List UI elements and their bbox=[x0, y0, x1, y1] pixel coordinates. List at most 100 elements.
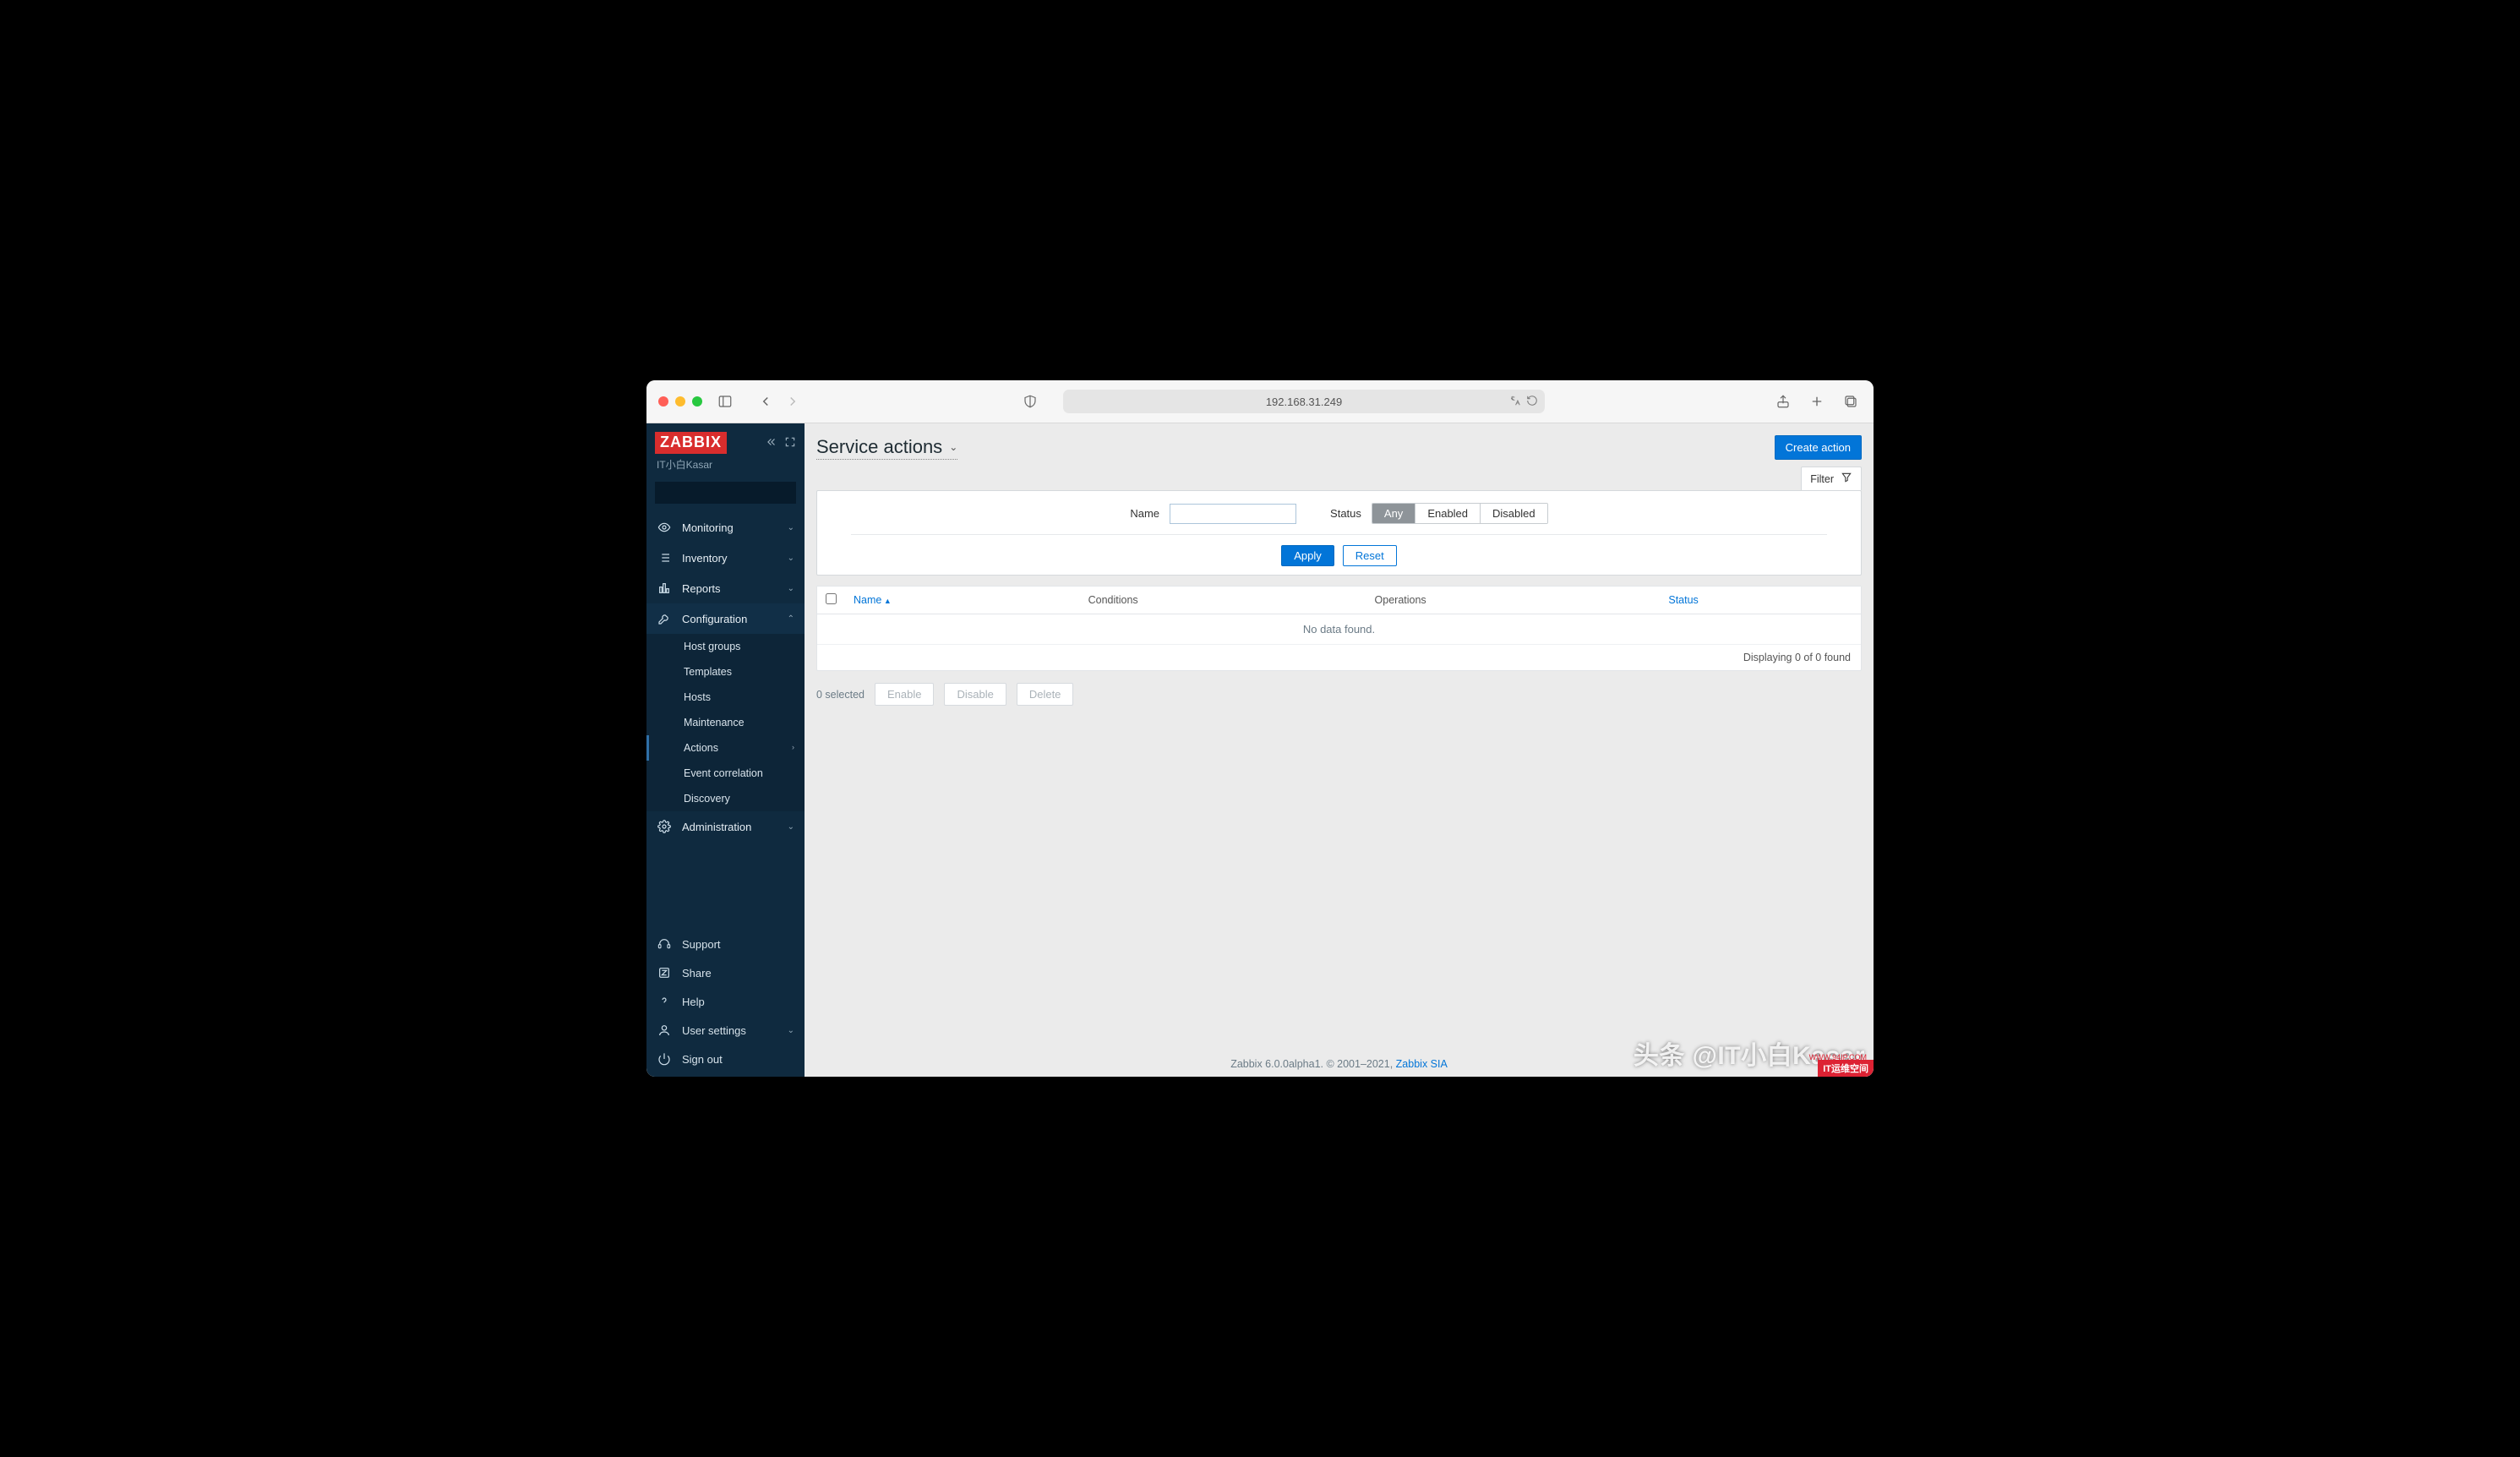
power-icon bbox=[657, 1052, 672, 1066]
translate-icon[interactable] bbox=[1509, 395, 1521, 409]
gear-icon bbox=[657, 820, 672, 833]
sidebar-item-discovery[interactable]: Discovery bbox=[646, 786, 805, 811]
watermark-badge: IT运维空间 bbox=[1818, 1060, 1874, 1077]
filter-name-field: Name bbox=[1130, 504, 1296, 524]
select-all-checkbox[interactable] bbox=[826, 593, 837, 604]
sidebar-user-label: IT小白Kasar bbox=[646, 457, 805, 477]
status-segmented: Any Enabled Disabled bbox=[1372, 503, 1548, 524]
subnav-configuration: Host groups Templates Hosts Maintenance … bbox=[646, 634, 805, 811]
filter-status-label: Status bbox=[1330, 507, 1361, 520]
chevron-up-icon: ⌃ bbox=[788, 614, 794, 624]
sidebar-item-sign-out[interactable]: Sign out bbox=[646, 1045, 805, 1073]
chevron-down-icon: ⌄ bbox=[949, 441, 957, 453]
chart-icon bbox=[657, 581, 672, 595]
nav-inventory[interactable]: Inventory ⌄ bbox=[646, 543, 805, 573]
bulk-disable-button[interactable]: Disable bbox=[944, 683, 1006, 706]
results-table: Name Conditions Operations Status No dat… bbox=[816, 586, 1862, 671]
sidebar-item-user-settings[interactable]: User settings ⌄ bbox=[646, 1016, 805, 1045]
apply-button[interactable]: Apply bbox=[1281, 545, 1334, 566]
sidebar-item-share[interactable]: Share bbox=[646, 958, 805, 987]
logo[interactable]: ZABBIX bbox=[655, 432, 727, 454]
wrench-icon bbox=[657, 612, 672, 625]
filter-status-field: Status Any Enabled Disabled bbox=[1330, 503, 1548, 524]
maximize-window-icon[interactable] bbox=[692, 396, 702, 407]
nav-reports[interactable]: Reports ⌄ bbox=[646, 573, 805, 603]
filter-tab-label: Filter bbox=[1810, 473, 1834, 485]
bulk-actions: 0 selected Enable Disable Delete bbox=[805, 671, 1874, 718]
collapse-sidebar-icon[interactable] bbox=[766, 436, 777, 450]
question-icon bbox=[657, 995, 672, 1008]
reset-button[interactable]: Reset bbox=[1343, 545, 1397, 566]
bulk-delete-button[interactable]: Delete bbox=[1017, 683, 1074, 706]
selected-count: 0 selected bbox=[816, 689, 865, 701]
create-action-button[interactable]: Create action bbox=[1775, 435, 1862, 460]
footer: Zabbix 6.0.0alpha1. © 2001–2021, Zabbix … bbox=[805, 1055, 1874, 1077]
reload-icon[interactable] bbox=[1526, 395, 1538, 409]
headset-icon bbox=[657, 937, 672, 951]
page-title: Service actions bbox=[816, 436, 942, 458]
titlebar: 192.168.31.249 bbox=[646, 380, 1874, 423]
window-controls bbox=[658, 396, 702, 407]
sidebar-bottom: Support Share Help User settings ⌄ bbox=[646, 930, 805, 1077]
sidebar-item-templates[interactable]: Templates bbox=[646, 659, 805, 685]
col-name[interactable]: Name bbox=[845, 587, 1080, 614]
sidebar: ZABBIX IT小白Kasar bbox=[646, 423, 805, 1077]
back-icon[interactable] bbox=[755, 392, 777, 411]
sidebar-item-actions[interactable]: Actions› bbox=[646, 735, 805, 761]
address-bar[interactable]: 192.168.31.249 bbox=[1063, 390, 1545, 413]
close-window-icon[interactable] bbox=[658, 396, 668, 407]
filter-tab-row: Filter bbox=[805, 467, 1874, 490]
privacy-shield-icon[interactable] bbox=[1019, 392, 1041, 411]
new-tab-icon[interactable] bbox=[1806, 392, 1828, 411]
chevron-right-icon: › bbox=[792, 743, 794, 751]
displaying-count: Displaying 0 of 0 found bbox=[817, 645, 1861, 670]
col-conditions: Conditions bbox=[1080, 587, 1366, 614]
fullscreen-icon[interactable] bbox=[784, 436, 796, 450]
app-body: ZABBIX IT小白Kasar bbox=[646, 423, 1874, 1077]
search-input[interactable] bbox=[663, 487, 811, 499]
filter-tab[interactable]: Filter bbox=[1801, 467, 1862, 490]
sidebar-item-support[interactable]: Support bbox=[646, 930, 805, 958]
page-title-dropdown[interactable]: Service actions ⌄ bbox=[816, 436, 957, 460]
sidebar-search[interactable] bbox=[655, 482, 796, 504]
chevron-down-icon: ⌄ bbox=[788, 584, 794, 593]
col-operations: Operations bbox=[1366, 587, 1661, 614]
chevron-down-icon: ⌄ bbox=[788, 822, 794, 832]
footer-link[interactable]: Zabbix SIA bbox=[1396, 1058, 1448, 1070]
sidebar-toggle-icon[interactable] bbox=[714, 392, 736, 411]
nav-administration[interactable]: Administration ⌄ bbox=[646, 811, 805, 842]
share-icon[interactable] bbox=[1772, 392, 1794, 411]
status-option-enabled[interactable]: Enabled bbox=[1415, 504, 1481, 523]
nav: Monitoring ⌄ Inventory ⌄ Reports ⌄ bbox=[646, 512, 805, 842]
col-status[interactable]: Status bbox=[1660, 587, 1861, 614]
browser-window: 192.168.31.249 bbox=[646, 380, 1874, 1077]
z-icon bbox=[657, 966, 672, 980]
filter-name-input[interactable] bbox=[1170, 504, 1296, 524]
nav-monitoring[interactable]: Monitoring ⌄ bbox=[646, 512, 805, 543]
page-header: Service actions ⌄ Create action bbox=[805, 423, 1874, 467]
forward-icon[interactable] bbox=[782, 392, 804, 411]
filter-panel: Name Status Any Enabled Disabled bbox=[816, 490, 1862, 576]
status-option-disabled[interactable]: Disabled bbox=[1481, 504, 1547, 523]
sidebar-item-host-groups[interactable]: Host groups bbox=[646, 634, 805, 659]
filter-icon bbox=[1841, 472, 1852, 486]
tabs-overview-icon[interactable] bbox=[1840, 392, 1862, 411]
empty-state: No data found. bbox=[817, 614, 1861, 645]
list-icon bbox=[657, 551, 672, 565]
sidebar-item-hosts[interactable]: Hosts bbox=[646, 685, 805, 710]
sidebar-item-event-correlation[interactable]: Event correlation bbox=[646, 761, 805, 786]
filter-name-label: Name bbox=[1130, 507, 1159, 520]
user-icon bbox=[657, 1023, 672, 1037]
chevron-down-icon: ⌄ bbox=[788, 1026, 794, 1035]
minimize-window-icon[interactable] bbox=[675, 396, 685, 407]
sidebar-item-help[interactable]: Help bbox=[646, 987, 805, 1016]
footer-text: Zabbix 6.0.0alpha1. © 2001–2021, bbox=[1230, 1058, 1395, 1070]
sidebar-item-maintenance[interactable]: Maintenance bbox=[646, 710, 805, 735]
status-option-any[interactable]: Any bbox=[1372, 504, 1415, 523]
eye-icon bbox=[657, 521, 672, 534]
address-text: 192.168.31.249 bbox=[1266, 396, 1342, 408]
nav-configuration[interactable]: Configuration ⌃ Host groups Templates Ho… bbox=[646, 603, 805, 811]
main: Service actions ⌄ Create action Filter bbox=[805, 423, 1874, 1077]
chevron-down-icon: ⌄ bbox=[788, 523, 794, 532]
bulk-enable-button[interactable]: Enable bbox=[875, 683, 934, 706]
